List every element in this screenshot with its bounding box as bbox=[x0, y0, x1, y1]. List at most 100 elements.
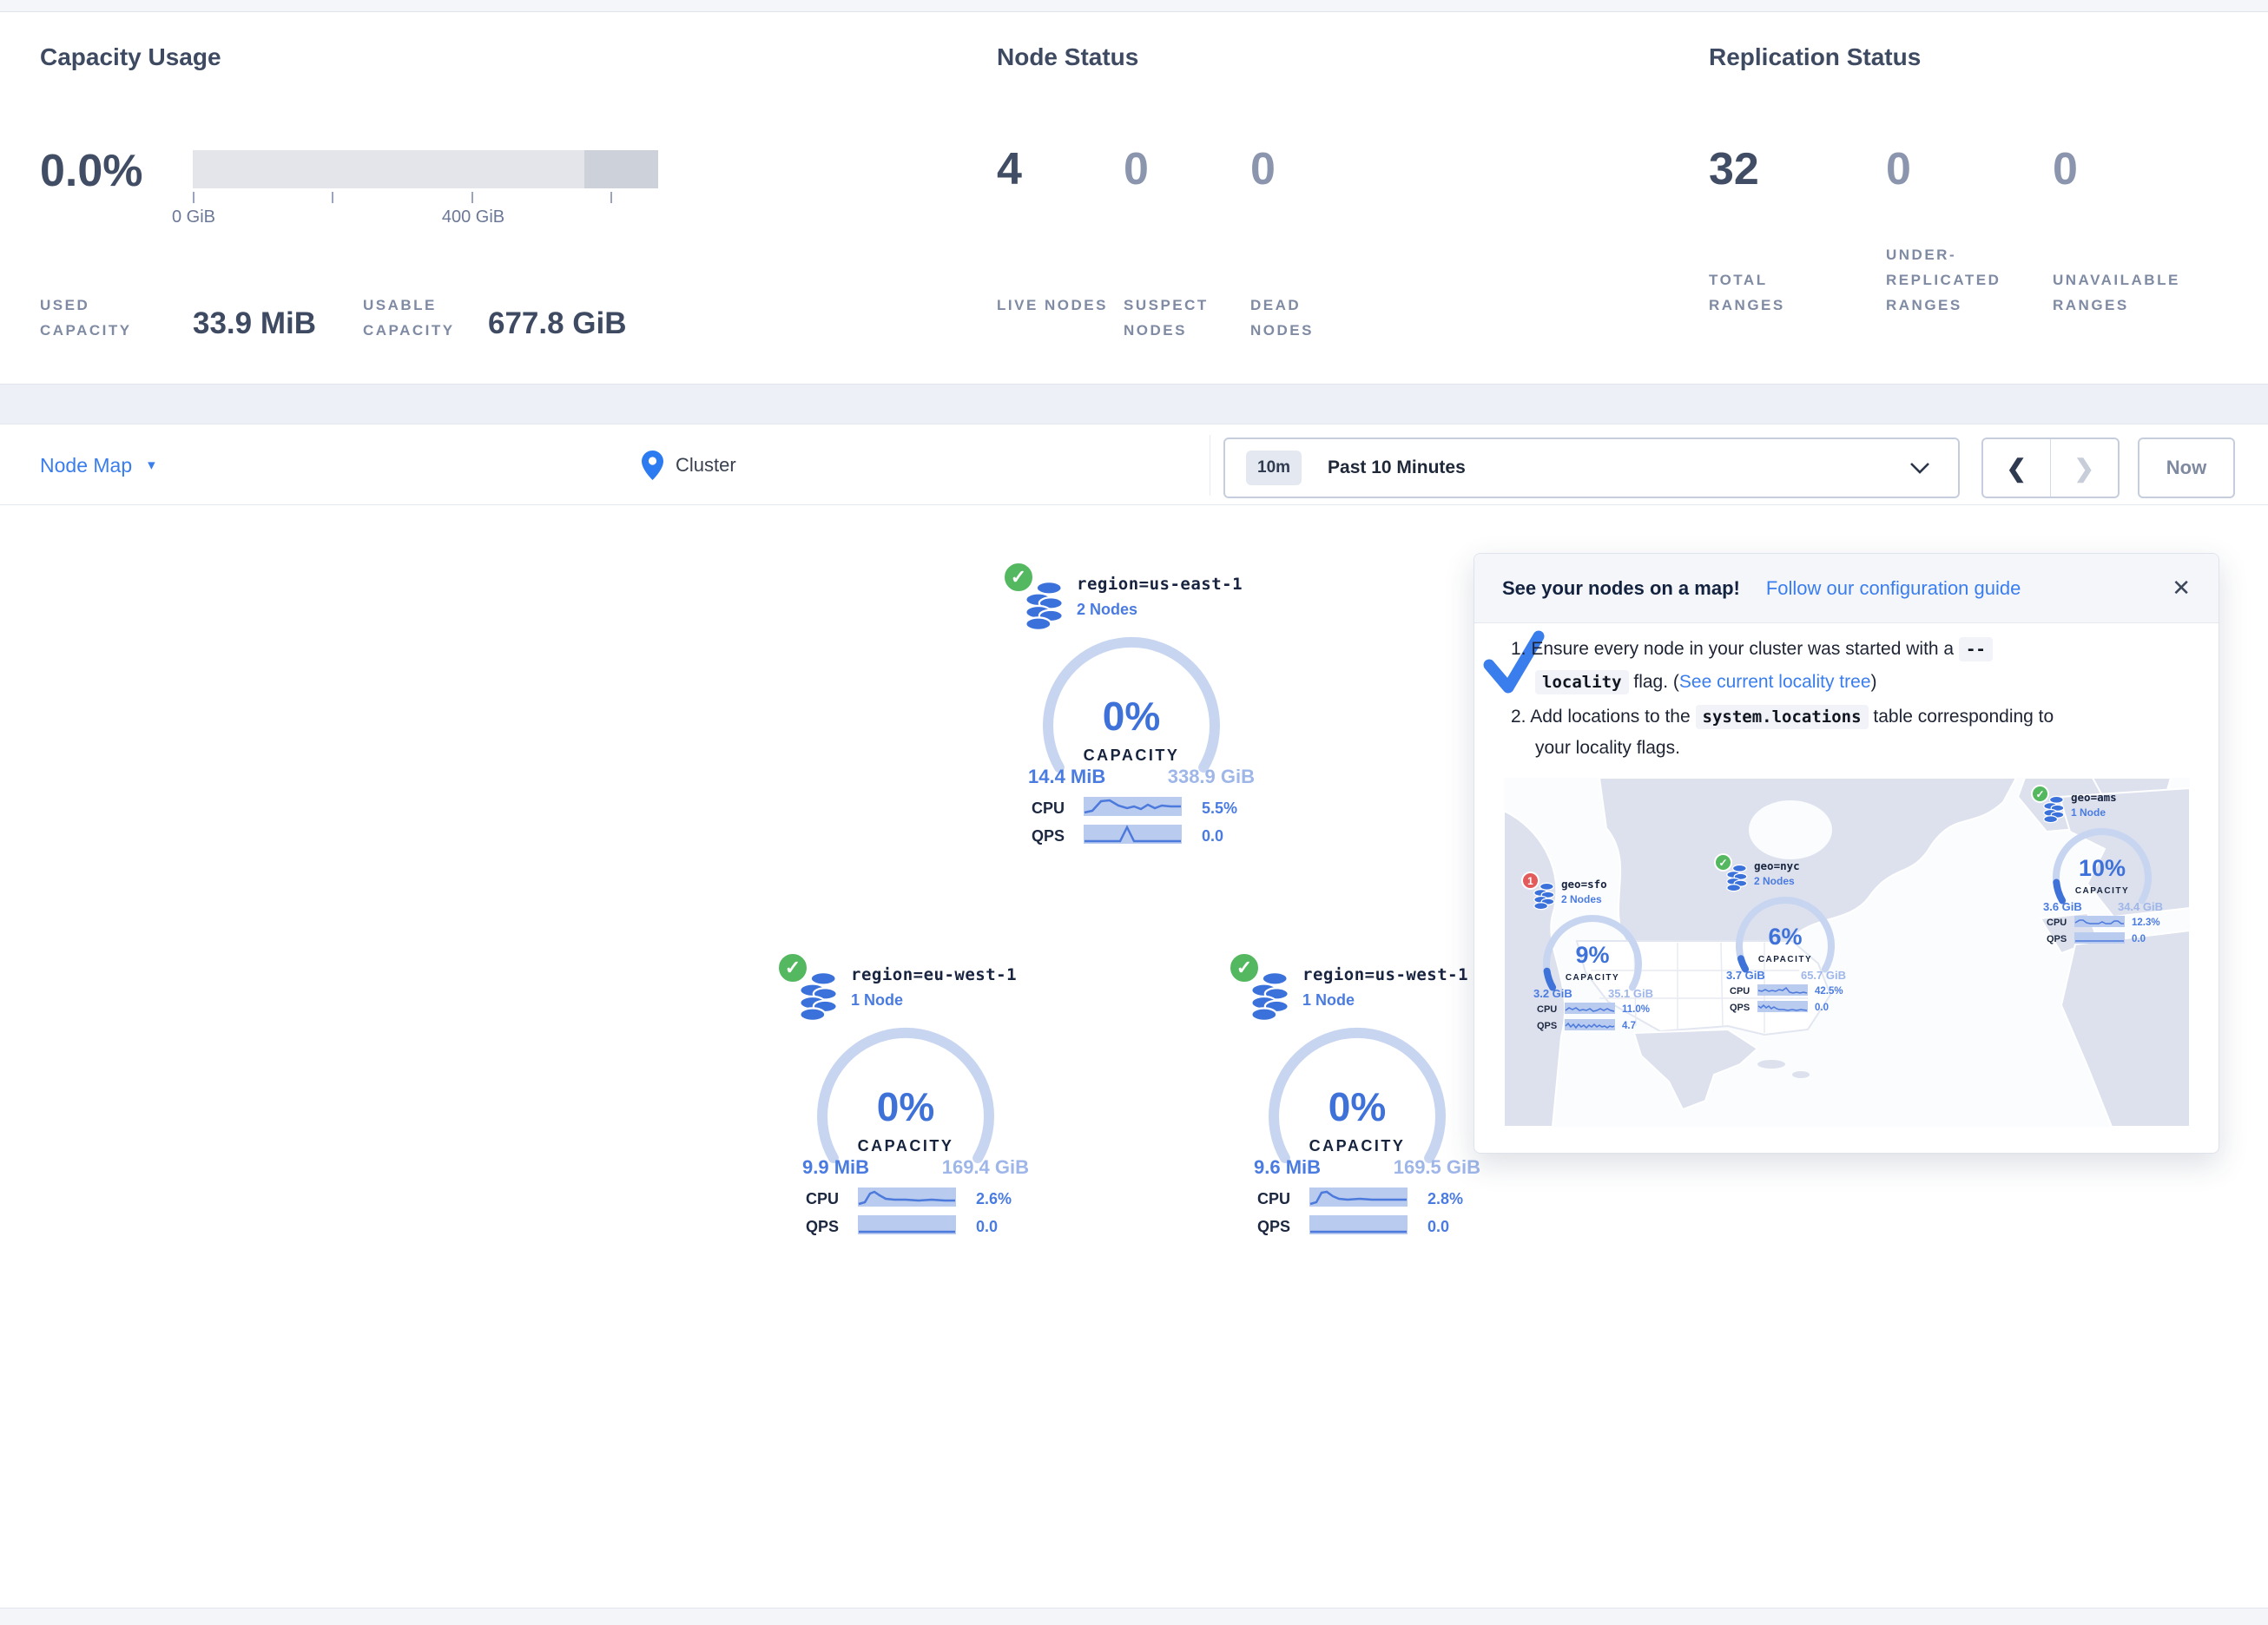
caret-down-icon: ▾ bbox=[148, 457, 155, 474]
gauge-percent: 0% bbox=[1265, 1083, 1449, 1130]
database-icon bbox=[1532, 882, 1556, 911]
locality-title: region=eu-west-1 bbox=[851, 965, 1017, 984]
qps-sparkline bbox=[858, 1215, 956, 1234]
locality-node-count[interactable]: 1 Node bbox=[851, 991, 903, 1010]
cpu-value: 42.5% bbox=[1815, 986, 1843, 997]
step1-text: ) bbox=[1871, 672, 1877, 692]
time-next-button[interactable]: ❯ bbox=[2051, 439, 2119, 497]
locality-node-count: 2 Nodes bbox=[1561, 893, 1602, 905]
under-replicated-label: UNDER-REPLICATED RANGES bbox=[1886, 242, 2041, 318]
breadcrumb[interactable]: Cluster bbox=[641, 424, 736, 506]
section-gap bbox=[0, 385, 2268, 424]
axis-tick bbox=[193, 192, 194, 203]
qps-label: QPS bbox=[1537, 1021, 1557, 1031]
gauge-capacity-label: CAPACITY bbox=[1539, 973, 1645, 983]
live-nodes-value: 4 bbox=[997, 143, 1022, 195]
usable-capacity-value: 677.8 GiB bbox=[488, 306, 627, 341]
capacity-bar bbox=[193, 150, 658, 188]
qps-value: 4.7 bbox=[1622, 1021, 1636, 1031]
locality-title: geo=sfo bbox=[1561, 878, 1607, 891]
locality-title: geo=nyc bbox=[1754, 859, 1800, 872]
mini-locality-card-sfo[interactable]: 1 geo=sfo 2 Nodes 9% CAPACITY 3.2 GiB bbox=[1520, 869, 1667, 1039]
cpu-label: CPU bbox=[1032, 799, 1065, 818]
close-icon[interactable]: ✕ bbox=[2172, 575, 2191, 602]
locality-title: region=us-east-1 bbox=[1077, 575, 1243, 594]
capacity-bar-tail bbox=[584, 150, 658, 188]
qps-label: QPS bbox=[2047, 934, 2067, 944]
top-strip bbox=[0, 0, 2268, 12]
usable-capacity-label: USABLE CAPACITY bbox=[363, 293, 502, 343]
total-value: 169.4 GiB bbox=[877, 1156, 1029, 1179]
chevron-down-icon bbox=[1909, 462, 1930, 474]
locality-node-count[interactable]: 2 Nodes bbox=[1077, 601, 1137, 619]
locality-flag-code: -- bbox=[1959, 637, 1993, 661]
locality-card-us-east-1[interactable]: ✓ region=us-east-1 2 Nodes 0% CAPACITY 1… bbox=[999, 556, 1268, 855]
time-prev-button[interactable]: ❮ bbox=[1983, 439, 2051, 497]
locality-node-count[interactable]: 1 Node bbox=[1302, 991, 1355, 1010]
locality-tree-link[interactable]: See current locality tree bbox=[1679, 672, 1871, 692]
time-range-select[interactable]: 10m Past 10 Minutes bbox=[1223, 438, 1960, 498]
configuration-guide-link[interactable]: Follow our configuration guide bbox=[1766, 577, 2021, 600]
mini-locality-card-ams[interactable]: ✓ geo=ams 1 Node 10% CAPACITY 3.6 GiB bbox=[2029, 782, 2177, 952]
axis-tick bbox=[471, 192, 473, 203]
cpu-value: 11.0% bbox=[1622, 1004, 1650, 1015]
qps-value: 0.0 bbox=[1427, 1218, 1449, 1236]
unavailable-label: UNAVAILABLE RANGES bbox=[2053, 267, 2226, 318]
gauge-capacity-label: CAPACITY bbox=[2049, 886, 2155, 896]
qps-sparkline bbox=[1084, 825, 1182, 844]
cpu-sparkline bbox=[2074, 916, 2125, 927]
time-range-badge: 10m bbox=[1246, 451, 1302, 485]
map-toolbar: Node Map ▾ Cluster 10m Past 10 Minutes ❮… bbox=[0, 424, 2268, 505]
suspect-nodes-label: SUSPECT NODES bbox=[1124, 293, 1241, 343]
gauge-percent: 0% bbox=[1039, 693, 1223, 740]
locality-flag-code: locality bbox=[1535, 670, 1629, 694]
view-selector-label: Node Map bbox=[40, 454, 132, 477]
total-value: 338.9 GiB bbox=[1103, 766, 1255, 788]
cpu-sparkline bbox=[1309, 1188, 1408, 1207]
cpu-label: CPU bbox=[1730, 986, 1750, 997]
capacity-percent: 0.0% bbox=[40, 145, 143, 197]
database-icon bbox=[2041, 795, 2066, 824]
cpu-label: CPU bbox=[2047, 918, 2067, 928]
now-button[interactable]: Now bbox=[2138, 438, 2235, 498]
cpu-sparkline bbox=[1084, 797, 1182, 816]
capacity-usage-title: Capacity Usage bbox=[40, 43, 221, 71]
used-value: 3.6 GiB bbox=[2043, 900, 2082, 913]
cpu-value: 2.6% bbox=[976, 1190, 1012, 1208]
used-capacity-label: USED CAPACITY bbox=[40, 293, 162, 343]
view-selector-dropdown[interactable]: Node Map ▾ bbox=[40, 424, 155, 506]
cpu-value: 5.5% bbox=[1202, 799, 1237, 818]
database-icon bbox=[1247, 970, 1292, 1023]
used-capacity-value: 33.9 MiB bbox=[193, 306, 316, 341]
suspect-nodes-value: 0 bbox=[1124, 143, 1149, 195]
locality-card-us-west-1[interactable]: ✓ region=us-west-1 1 Node 0% CAPACITY 9.… bbox=[1224, 946, 1493, 1246]
locality-node-count: 1 Node bbox=[2071, 806, 2106, 819]
qps-label: QPS bbox=[1730, 1003, 1750, 1013]
total-ranges-label: TOTAL RANGES bbox=[1709, 267, 1839, 318]
axis-tick bbox=[332, 192, 333, 203]
system-locations-code: system.locations bbox=[1696, 705, 1869, 729]
qps-label: QPS bbox=[1257, 1218, 1290, 1236]
total-value: 35.1 GiB bbox=[1580, 987, 1653, 1000]
qps-value: 0.0 bbox=[2132, 934, 2146, 944]
mini-locality-card-nyc[interactable]: ✓ geo=nyc 2 Nodes 6% CAPACITY 3.7 GiB bbox=[1712, 851, 1860, 1021]
total-ranges-value: 32 bbox=[1709, 143, 1759, 195]
live-nodes-label: LIVE NODES bbox=[997, 293, 1110, 318]
cpu-sparkline bbox=[1565, 1003, 1615, 1014]
cpu-value: 12.3% bbox=[2132, 918, 2160, 928]
step2-text: table corresponding to bbox=[1873, 707, 2054, 727]
total-value: 65.7 GiB bbox=[1773, 969, 1846, 982]
map-pin-icon bbox=[641, 450, 664, 481]
gauge-capacity-label: CAPACITY bbox=[1265, 1137, 1449, 1155]
total-value: 169.5 GiB bbox=[1328, 1156, 1480, 1179]
database-icon bbox=[1724, 864, 1749, 892]
database-icon bbox=[1021, 580, 1066, 632]
gauge-percent: 6% bbox=[1732, 924, 1838, 951]
axis-tick bbox=[610, 192, 612, 203]
used-value: 3.2 GiB bbox=[1533, 987, 1572, 1000]
used-value: 3.7 GiB bbox=[1726, 969, 1765, 982]
total-value: 34.4 GiB bbox=[2090, 900, 2163, 913]
dead-nodes-label: DEAD NODES bbox=[1250, 293, 1363, 343]
qps-sparkline bbox=[2074, 932, 2125, 944]
locality-card-eu-west-1[interactable]: ✓ region=eu-west-1 1 Node 0% CAPACITY 9.… bbox=[773, 946, 1042, 1246]
